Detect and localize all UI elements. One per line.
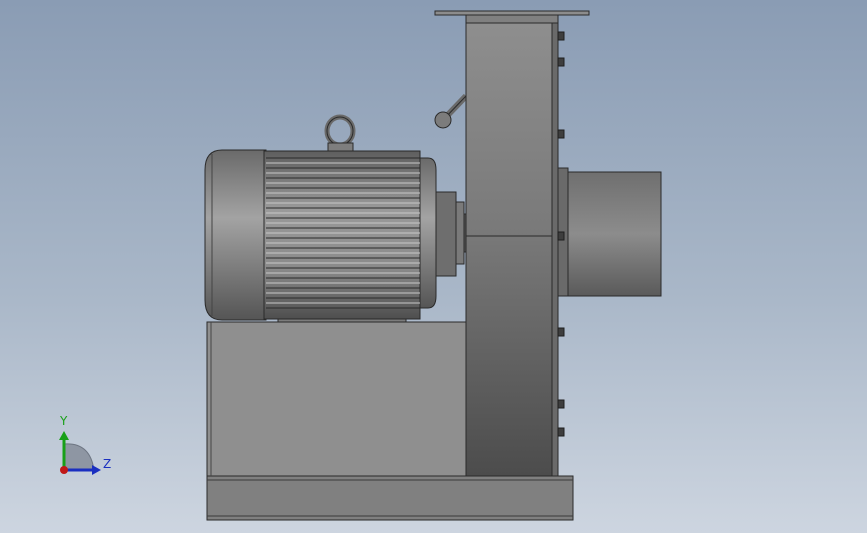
fan-lever[interactable] [434,93,469,129]
triad-z-arrowhead [92,465,101,475]
housing-bolt [557,231,565,241]
housing-bolt [557,427,565,437]
blower-assembly-model[interactable] [0,0,867,533]
electric-motor[interactable] [204,149,437,321]
mounting-flange[interactable] [434,10,590,24]
triad-x-axis-origin [60,466,68,474]
triad-y-arrowhead [59,431,69,440]
motor-pedestal[interactable] [206,321,470,477]
housing-bolt [557,129,565,139]
triad-y-label: Y [60,414,68,428]
view-orientation-triad[interactable] [50,420,120,480]
housing-bolt [557,327,565,337]
lifting-eye[interactable] [324,114,356,154]
housing-bolt [557,31,565,41]
graphics-viewport[interactable]: Y Z [0,0,867,533]
outlet-duct[interactable] [557,167,662,297]
triad-z-label: Z [103,457,112,471]
blower-housing[interactable] [465,22,559,477]
housing-bolt [557,399,565,409]
housing-bolt [557,57,565,67]
coupling[interactable] [435,191,470,277]
housing-bolts [557,31,565,437]
triad-xz-plane [63,443,95,471]
base-frame[interactable] [206,475,574,521]
